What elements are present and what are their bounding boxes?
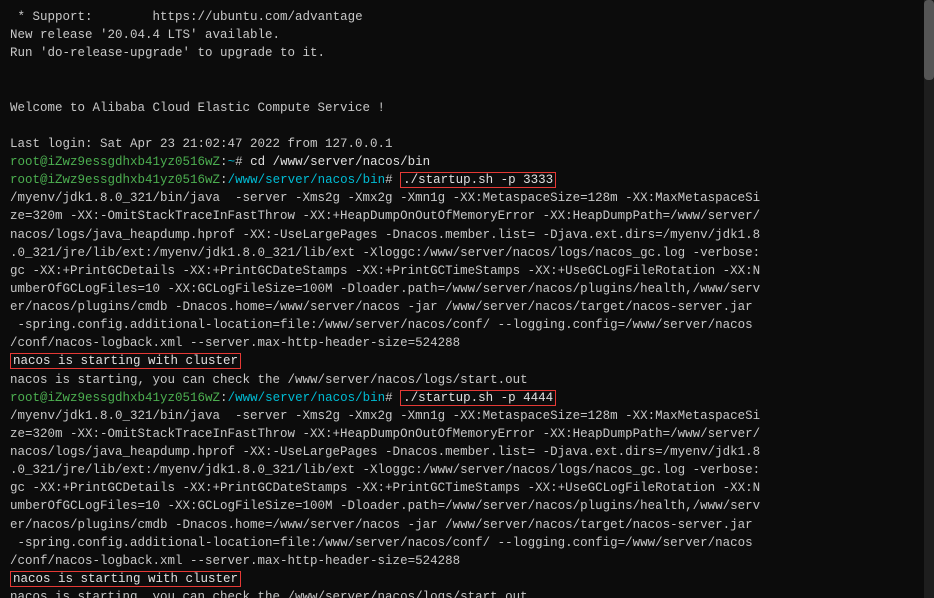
terminal-line: nacos is starting with cluster — [10, 352, 924, 370]
terminal-line: umberOfGCLogFiles=10 -XX:GCLogFileSize=1… — [10, 280, 924, 298]
scrollbar-thumb[interactable] — [924, 0, 934, 80]
terminal-line: * Support: https://ubuntu.com/advantage — [10, 8, 924, 26]
terminal-line: /conf/nacos-logback.xml --server.max-htt… — [10, 334, 924, 352]
terminal-line: .0_321/jre/lib/ext:/myenv/jdk1.8.0_321/l… — [10, 244, 924, 262]
terminal-line: New release '20.04.4 LTS' available. — [10, 26, 924, 44]
terminal-line — [10, 81, 924, 99]
terminal-line: er/nacos/plugins/cmdb -Dnacos.home=/www/… — [10, 298, 924, 316]
terminal-line: gc -XX:+PrintGCDetails -XX:+PrintGCDateS… — [10, 262, 924, 280]
terminal-line: nacos/logs/java_heapdump.hprof -XX:-UseL… — [10, 226, 924, 244]
terminal-line: -spring.config.additional-location=file:… — [10, 316, 924, 334]
terminal-line — [10, 117, 924, 135]
terminal-content: * Support: https://ubuntu.com/advantageN… — [10, 8, 924, 598]
terminal-line — [10, 62, 924, 80]
terminal-line: .0_321/jre/lib/ext:/myenv/jdk1.8.0_321/l… — [10, 461, 924, 479]
terminal-line: nacos is starting with cluster — [10, 570, 924, 588]
terminal-line: ze=320m -XX:-OmitStackTraceInFastThrow -… — [10, 207, 924, 225]
terminal-line: Welcome to Alibaba Cloud Elastic Compute… — [10, 99, 924, 117]
terminal-line: -spring.config.additional-location=file:… — [10, 534, 924, 552]
terminal-line: ze=320m -XX:-OmitStackTraceInFastThrow -… — [10, 425, 924, 443]
terminal-line: Run 'do-release-upgrade' to upgrade to i… — [10, 44, 924, 62]
terminal-line: umberOfGCLogFiles=10 -XX:GCLogFileSize=1… — [10, 497, 924, 515]
terminal[interactable]: * Support: https://ubuntu.com/advantageN… — [0, 0, 934, 598]
terminal-line: /conf/nacos-logback.xml --server.max-htt… — [10, 552, 924, 570]
terminal-line: root@iZwz9essgdhxb41yz0516wZ:/www/server… — [10, 389, 924, 407]
terminal-line: Last login: Sat Apr 23 21:02:47 2022 fro… — [10, 135, 924, 153]
terminal-line: er/nacos/plugins/cmdb -Dnacos.home=/www/… — [10, 516, 924, 534]
terminal-line: gc -XX:+PrintGCDetails -XX:+PrintGCDateS… — [10, 479, 924, 497]
terminal-line: /myenv/jdk1.8.0_321/bin/java -server -Xm… — [10, 189, 924, 207]
scrollbar[interactable] — [924, 0, 934, 598]
terminal-line: root@iZwz9essgdhxb41yz0516wZ:/www/server… — [10, 171, 924, 189]
terminal-line: root@iZwz9essgdhxb41yz0516wZ:~# cd /www/… — [10, 153, 924, 171]
terminal-line: /myenv/jdk1.8.0_321/bin/java -server -Xm… — [10, 407, 924, 425]
terminal-line: nacos/logs/java_heapdump.hprof -XX:-UseL… — [10, 443, 924, 461]
terminal-line: nacos is starting, you can check the /ww… — [10, 588, 924, 598]
terminal-line: nacos is starting, you can check the /ww… — [10, 371, 924, 389]
